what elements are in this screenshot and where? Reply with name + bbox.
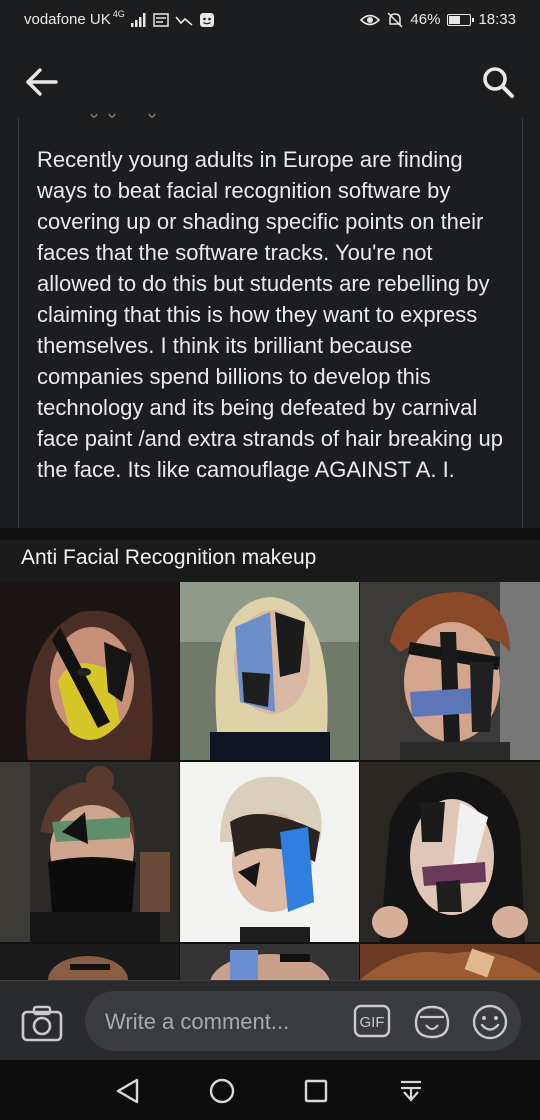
collage-photo-1 [0,582,179,760]
sticker-icon[interactable] [412,1003,452,1041]
collage-photo-5 [180,762,359,942]
post-header-fragment [90,113,156,118]
comment-bar: GIF [0,980,540,1060]
app-notification-icon [199,12,214,27]
carrier-label: vodafone UK [24,11,111,28]
app-bar [0,42,540,120]
collage-photo-6 [360,762,540,942]
post-image[interactable]: Anti Facial Recognition makeup [0,540,540,980]
battery-icon [447,13,475,26]
eye-icon [360,14,381,25]
activity-icon [175,15,193,26]
notifications-pull-icon[interactable] [396,1076,426,1106]
collage-photo-3 [360,582,540,760]
battery-level-fill [449,15,460,24]
recents-square-icon[interactable] [301,1076,331,1106]
post-card: Recently young adults in Europe are find… [18,113,523,528]
collage-photo-8 [180,944,359,980]
battery-percent: 46% [410,11,441,28]
image-caption: Anti Facial Recognition makeup [21,546,317,569]
gif-icon[interactable]: GIF [353,1004,391,1038]
collage-photo-4 [0,762,179,942]
system-nav-bar [0,1060,540,1120]
collage-photo-9 [360,944,540,980]
status-bar-left: vodafone UK 4G [24,8,215,28]
collage-photo-2 [180,582,359,760]
divider [0,528,540,540]
arrow-left-icon[interactable] [22,62,62,102]
comment-input-container: GIF [85,991,521,1051]
back-triangle-icon[interactable] [113,1076,143,1106]
emoji-icon[interactable] [471,1003,509,1041]
status-bar-right: 46% 18:33 [360,11,516,28]
gif-label: GIF [360,1014,385,1031]
comment-input[interactable] [103,1003,347,1041]
collage-photo-7 [0,944,179,980]
search-icon[interactable] [478,62,518,102]
message-icon [153,12,169,27]
image-caption-banner: Anti Facial Recognition makeup [0,540,540,582]
status-bar: vodafone UK 4G 46% 18:33 [0,0,540,42]
camera-icon[interactable] [20,1003,64,1043]
mute-bell-icon [387,11,403,28]
photo-collage [0,582,540,980]
clock: 18:33 [478,11,516,28]
post-body-text: Recently young adults in Europe are find… [37,147,503,482]
signal-icon [130,12,146,27]
network-type: 4G [112,8,125,19]
home-circle-icon[interactable] [207,1076,237,1106]
